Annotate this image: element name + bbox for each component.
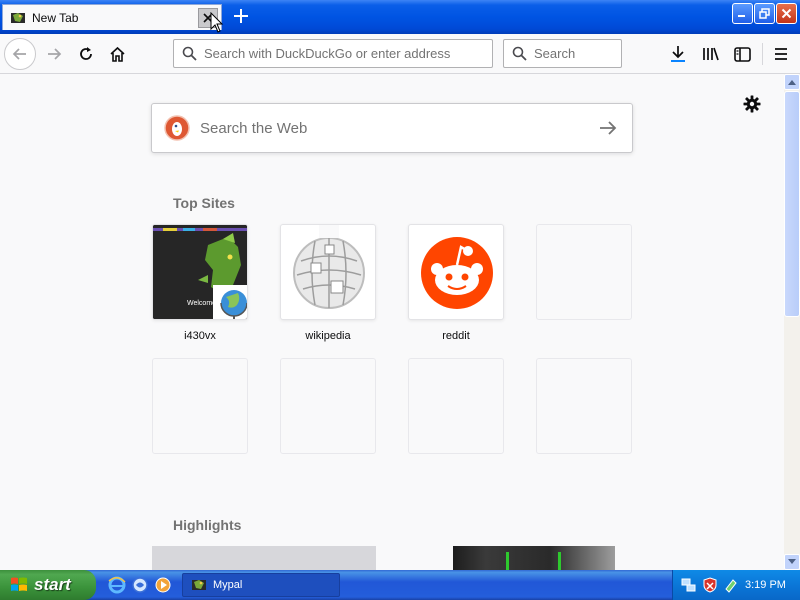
search-icon: [512, 46, 527, 61]
top-site-tile-empty[interactable]: [536, 224, 632, 320]
restore-button[interactable]: [754, 3, 775, 24]
new-tab-page: Top Sites Welcome i430vx: [0, 74, 784, 570]
mypal-favicon-icon: [192, 580, 206, 590]
forward-arrow-icon: [48, 48, 62, 60]
back-arrow-icon: [12, 48, 26, 60]
windows-logo-icon: [11, 577, 27, 591]
close-window-button[interactable]: [776, 3, 797, 24]
welcome-text: Welcome: [187, 300, 216, 307]
reload-button[interactable]: [72, 40, 100, 68]
taskbar-item-label: Mypal: [213, 579, 243, 591]
forward-button[interactable]: [40, 40, 68, 68]
duckduckgo-logo-icon: [164, 115, 190, 141]
sidebar-button[interactable]: [728, 40, 756, 68]
back-button[interactable]: [4, 38, 36, 70]
sidebar-icon: [733, 46, 751, 62]
reload-icon: [80, 47, 92, 60]
internet-explorer-icon[interactable]: [108, 576, 126, 594]
safely-remove-hardware-icon[interactable]: [723, 577, 739, 593]
start-button[interactable]: start: [0, 570, 96, 600]
gear-icon[interactable]: [742, 94, 762, 114]
navigation-toolbar: [0, 34, 800, 74]
home-button[interactable]: [103, 40, 131, 68]
address-bar[interactable]: [173, 39, 493, 68]
globe-favicon-icon: [213, 285, 247, 319]
security-shield-icon[interactable]: [702, 577, 718, 593]
top-site-tile-empty[interactable]: [152, 358, 248, 454]
taskbar-item-mypal[interactable]: Mypal: [182, 573, 340, 597]
top-site-label: reddit: [442, 330, 470, 342]
top-sites-heading: Top Sites: [173, 195, 235, 211]
new-tab-button[interactable]: [229, 5, 253, 27]
library-button[interactable]: [697, 40, 725, 68]
minimize-button[interactable]: [732, 3, 753, 24]
top-site-tile-empty[interactable]: [280, 358, 376, 454]
top-site-tile-empty[interactable]: [408, 358, 504, 454]
system-tray: 3:19 PM: [672, 570, 800, 600]
home-icon: [109, 46, 125, 62]
top-site-label: wikipedia: [305, 330, 351, 342]
close-icon: [781, 8, 792, 19]
search-bar[interactable]: [503, 39, 622, 68]
scroll-down-button[interactable]: [784, 554, 800, 570]
toolbar-separator: [762, 43, 763, 65]
highlight-thumb-mark: [506, 552, 509, 570]
search-icon: [182, 46, 197, 61]
start-label: start: [34, 575, 71, 594]
scroll-up-button[interactable]: [784, 74, 800, 90]
mypal-favicon-icon: [11, 12, 25, 23]
network-icon[interactable]: [681, 577, 697, 593]
hamburger-menu-icon: [775, 48, 787, 60]
clock[interactable]: 3:19 PM: [745, 579, 786, 591]
highlight-thumb-mark: [558, 552, 561, 570]
top-site-tile-i430vx[interactable]: Welcome: [152, 224, 248, 320]
media-player-icon[interactable]: [154, 576, 172, 594]
address-input[interactable]: [204, 46, 474, 61]
downloads-button[interactable]: [664, 40, 692, 68]
highlight-card[interactable]: [152, 546, 376, 570]
plus-icon: [234, 9, 248, 23]
download-icon: [671, 46, 685, 62]
restore-icon: [759, 8, 770, 19]
minimize-icon: [738, 15, 745, 17]
outlook-express-icon[interactable]: [131, 576, 149, 594]
scroll-thumb[interactable]: [784, 91, 800, 317]
highlights-heading: Highlights: [173, 517, 242, 533]
top-site-tile-empty[interactable]: [536, 358, 632, 454]
arrow-right-icon[interactable]: [596, 116, 620, 140]
wikipedia-globe-icon: [293, 225, 365, 309]
web-search-box[interactable]: [151, 103, 633, 153]
mouse-cursor-icon: [210, 12, 224, 33]
web-search-input[interactable]: [200, 119, 596, 137]
tab-new-tab[interactable]: New Tab: [2, 4, 222, 30]
title-bar: New Tab: [0, 0, 800, 34]
library-icon: [703, 47, 719, 61]
menu-button[interactable]: [767, 40, 795, 68]
top-site-tile-wikipedia[interactable]: [280, 224, 376, 320]
chevron-up-icon: [788, 80, 796, 85]
chevron-down-icon: [788, 559, 796, 564]
top-site-label: i430vx: [184, 330, 216, 342]
top-site-tile-reddit[interactable]: [408, 224, 504, 320]
tab-title: New Tab: [32, 10, 79, 25]
search-input[interactable]: [534, 46, 614, 61]
vertical-scrollbar[interactable]: [784, 74, 800, 570]
taskbar: start Mypal 3:19 PM: [0, 570, 800, 600]
reddit-alien-icon: [421, 237, 493, 309]
highlight-card[interactable]: [453, 546, 615, 570]
